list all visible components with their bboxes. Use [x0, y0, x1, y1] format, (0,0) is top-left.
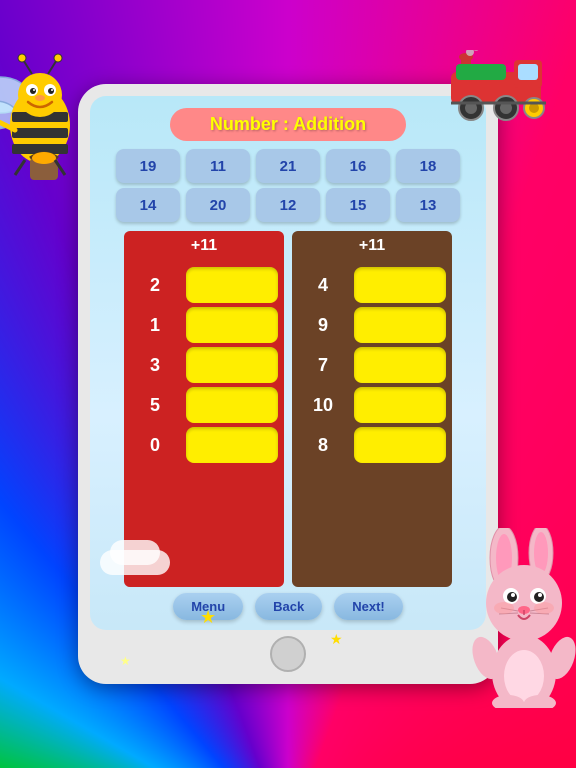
bee-character — [0, 40, 110, 200]
left-row-2: 1 — [130, 307, 278, 343]
right-num-4: 10 — [298, 395, 348, 416]
left-answer-4[interactable] — [186, 387, 278, 423]
right-row-5: 8 — [298, 427, 446, 463]
right-row-4: 10 — [298, 387, 446, 423]
right-answer-5[interactable] — [354, 427, 446, 463]
star-1: ★ — [200, 607, 216, 628]
left-num-3: 3 — [130, 355, 180, 376]
right-row-3: 7 — [298, 347, 446, 383]
tablet-home-button[interactable] — [270, 636, 306, 672]
num-btn-20[interactable]: 20 — [186, 188, 250, 222]
bunny-character — [466, 528, 576, 708]
left-answer-3[interactable] — [186, 347, 278, 383]
left-num-5: 0 — [130, 435, 180, 456]
left-num-2: 1 — [130, 315, 180, 336]
right-row-2: 9 — [298, 307, 446, 343]
right-table-header: +11 — [292, 231, 452, 261]
num-btn-13[interactable]: 13 — [396, 188, 460, 222]
left-answer-2[interactable] — [186, 307, 278, 343]
title-banner: Number : Addition — [170, 108, 406, 141]
right-num-1: 4 — [298, 275, 348, 296]
back-button[interactable]: Back — [255, 593, 322, 620]
left-row-5: 0 — [130, 427, 278, 463]
cloud-left-top — [110, 540, 160, 565]
left-table-body: 2 1 3 5 0 — [124, 261, 284, 587]
left-answer-5[interactable] — [186, 427, 278, 463]
right-num-2: 9 — [298, 315, 348, 336]
left-addition-table: +11 2 1 3 5 — [124, 231, 284, 587]
left-table-header: +11 — [124, 231, 284, 261]
left-answer-1[interactable] — [186, 267, 278, 303]
right-table-body: 4 9 7 10 8 — [292, 261, 452, 587]
num-btn-14[interactable]: 14 — [116, 188, 180, 222]
right-addition-table: +11 4 9 7 10 — [292, 231, 452, 587]
num-btn-18[interactable]: 18 — [396, 149, 460, 183]
left-row-3: 3 — [130, 347, 278, 383]
num-btn-16[interactable]: 16 — [326, 149, 390, 183]
next-button[interactable]: Next! — [334, 593, 403, 620]
left-num-4: 5 — [130, 395, 180, 416]
right-answer-1[interactable] — [354, 267, 446, 303]
star-2: ★ — [330, 631, 343, 648]
left-row-4: 5 — [130, 387, 278, 423]
title-text: Number : Addition — [210, 114, 366, 134]
train-character — [446, 50, 546, 120]
right-answer-3[interactable] — [354, 347, 446, 383]
left-num-1: 2 — [130, 275, 180, 296]
number-row-1: 19 11 21 16 18 — [98, 149, 478, 183]
right-answer-2[interactable] — [354, 307, 446, 343]
num-btn-15[interactable]: 15 — [326, 188, 390, 222]
right-num-3: 7 — [298, 355, 348, 376]
left-row-1: 2 — [130, 267, 278, 303]
num-btn-11[interactable]: 11 — [186, 149, 250, 183]
right-num-5: 8 — [298, 435, 348, 456]
right-answer-4[interactable] — [354, 387, 446, 423]
tablet-screen: Number : Addition 19 11 21 16 18 14 20 1… — [90, 96, 486, 630]
number-row-2: 14 20 12 15 13 — [98, 188, 478, 222]
tablet-frame: Number : Addition 19 11 21 16 18 14 20 1… — [78, 84, 498, 684]
num-btn-21[interactable]: 21 — [256, 149, 320, 183]
right-row-1: 4 — [298, 267, 446, 303]
num-btn-12[interactable]: 12 — [256, 188, 320, 222]
star-3: ★ — [120, 654, 131, 668]
tables-area: +11 2 1 3 5 — [98, 231, 478, 587]
num-btn-19[interactable]: 19 — [116, 149, 180, 183]
